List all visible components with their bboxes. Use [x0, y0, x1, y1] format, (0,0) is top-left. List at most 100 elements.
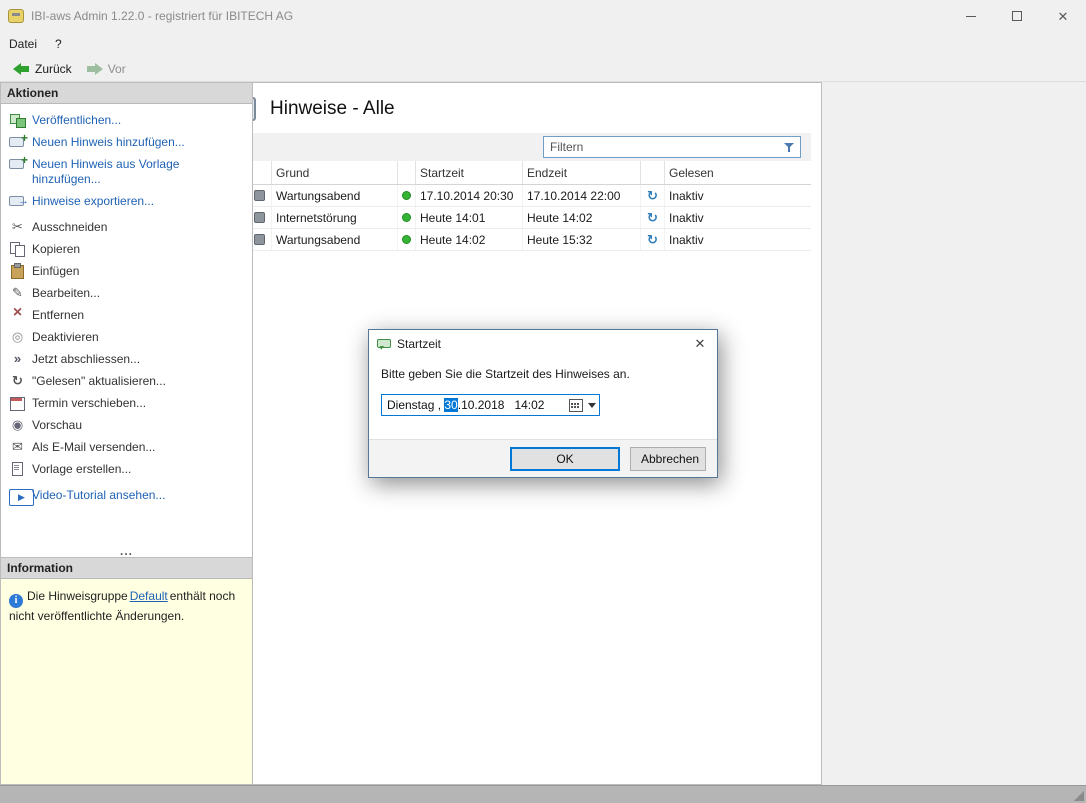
info-icon: i: [9, 594, 23, 608]
back-arrow-icon: [13, 63, 30, 75]
dialog-note-icon: [377, 338, 391, 350]
action-kopieren[interactable]: Kopieren: [9, 242, 246, 257]
dialog-close-button[interactable]: ✕: [683, 330, 717, 357]
filter-box: [543, 136, 801, 158]
dropdown-arrow-icon[interactable]: [585, 395, 599, 415]
dialog-titlebar[interactable]: Startzeit ✕: [369, 330, 717, 357]
close-button[interactable]: ✕: [1040, 0, 1086, 32]
export-icon: [9, 194, 26, 209]
minimize-icon: [966, 16, 976, 17]
header-grund[interactable]: Grund: [272, 161, 398, 184]
action-hinweise-exportieren[interactable]: Hinweise exportieren...: [9, 194, 246, 209]
video-icon: [9, 488, 26, 503]
state-square-icon: [254, 190, 265, 201]
template-icon: [9, 462, 26, 477]
state-square-icon: [254, 212, 265, 223]
forward-arrow-icon: [86, 63, 103, 75]
action-entfernen[interactable]: Entfernen: [9, 308, 246, 323]
close-icon: ✕: [1058, 10, 1069, 23]
dialog-body: Bitte geben Sie die Startzeit des Hinwei…: [369, 357, 717, 439]
app-icon: [8, 9, 24, 23]
refresh-icon: [9, 374, 26, 389]
filter-band: [218, 133, 811, 161]
maximize-icon: [1012, 11, 1022, 21]
statusbar: [0, 785, 1086, 803]
ok-button[interactable]: OK: [510, 447, 620, 471]
menubar: Datei ?: [0, 32, 1086, 56]
active-status-icon: [402, 235, 411, 244]
resize-grip[interactable]: [1074, 791, 1084, 801]
forward-button[interactable]: Vor: [79, 60, 133, 78]
header-gelesen[interactable]: Gelesen: [665, 161, 811, 184]
template-note-icon: [9, 157, 26, 172]
hinweise-table: Grund Startzeit Endzeit Gelesen Wartungs…: [218, 133, 811, 251]
startzeit-datetime-picker[interactable]: Dienstag , 30.10.2018 14:02: [381, 394, 600, 416]
dialog-title: Startzeit: [397, 337, 441, 351]
calendar-icon: [9, 396, 26, 411]
gelesen-refresh-icon: ↻: [647, 189, 658, 202]
gelesen-refresh-icon: ↻: [647, 233, 658, 246]
finish-icon: [9, 352, 26, 367]
actions-overflow[interactable]: ...: [1, 547, 252, 556]
action-veroeffentlichen[interactable]: Veröffentlichen...: [9, 113, 246, 128]
action-bearbeiten[interactable]: Bearbeiten...: [9, 286, 246, 301]
scissors-icon: [9, 220, 26, 235]
action-jetzt-abschliessen[interactable]: Jetzt abschliessen...: [9, 352, 246, 367]
remove-icon: [9, 308, 26, 323]
menu-help[interactable]: ?: [46, 34, 71, 54]
publish-icon: [9, 113, 26, 128]
active-status-icon: [402, 191, 411, 200]
filter-input[interactable]: [550, 140, 783, 154]
back-button[interactable]: Zurück: [6, 60, 79, 78]
dialog-footer: OK Abbrechen: [369, 439, 717, 477]
window-title: IBI-aws Admin 1.22.0 - registriert für I…: [31, 9, 293, 23]
calendar-picker-icon[interactable]: [569, 399, 582, 411]
startzeit-dialog: Startzeit ✕ Bitte geben Sie die Startzei…: [368, 329, 718, 478]
table-header: Grund Startzeit Endzeit Gelesen: [218, 161, 811, 185]
action-einfuegen[interactable]: Einfügen: [9, 264, 246, 279]
information-panel: Information iDie HinweisgruppeDefaultent…: [0, 558, 253, 785]
maximize-button[interactable]: [994, 0, 1040, 32]
copy-icon: [9, 242, 26, 257]
dialog-message: Bitte geben Sie die Startzeit des Hinwei…: [381, 367, 705, 381]
minimize-button[interactable]: [948, 0, 994, 32]
actions-panel: Aktionen Veröffentlichen... Neuen Hinwei…: [0, 82, 253, 558]
titlebar: IBI-aws Admin 1.22.0 - registriert für I…: [0, 0, 1086, 32]
actions-list: Veröffentlichen... Neuen Hinweis hinzufü…: [1, 104, 252, 510]
filter-funnel-icon[interactable]: [783, 141, 796, 154]
header-startzeit[interactable]: Startzeit: [416, 161, 523, 184]
edit-icon: [9, 286, 26, 301]
action-ausschneiden[interactable]: Ausschneiden: [9, 220, 246, 235]
paste-icon: [9, 264, 26, 279]
toolbar: Zurück Vor: [0, 56, 1086, 82]
menu-datei[interactable]: Datei: [0, 34, 46, 54]
action-gelesen-aktualisieren[interactable]: "Gelesen" aktualisieren...: [9, 374, 246, 389]
information-header: Information: [1, 558, 252, 579]
action-neuer-hinweis[interactable]: Neuen Hinweis hinzufügen...: [9, 135, 246, 150]
add-note-icon: [9, 135, 26, 150]
information-body: iDie HinweisgruppeDefaultenthält noch ni…: [1, 579, 252, 784]
action-vorlage-erstellen[interactable]: Vorlage erstellen...: [9, 462, 246, 477]
action-vorschau[interactable]: Vorschau: [9, 418, 246, 433]
deactivate-icon: [9, 330, 26, 345]
table-row[interactable]: Wartungsabend Heute 14:02 Heute 15:32 ↻ …: [218, 229, 811, 251]
mail-icon: [9, 440, 26, 455]
datetime-value: Dienstag , 30.10.2018 14:02: [382, 398, 569, 412]
action-termin-verschieben[interactable]: Termin verschieben...: [9, 396, 246, 411]
selected-date-part: 30: [444, 398, 457, 412]
cancel-button[interactable]: Abbrechen: [630, 447, 706, 471]
actions-header: Aktionen: [1, 83, 252, 104]
active-status-icon: [402, 213, 411, 222]
gelesen-refresh-icon: ↻: [647, 211, 658, 224]
action-email-versenden[interactable]: Als E-Mail versenden...: [9, 440, 246, 455]
action-deaktivieren[interactable]: Deaktivieren: [9, 330, 246, 345]
default-group-link[interactable]: Default: [130, 589, 168, 603]
preview-icon: [9, 418, 26, 433]
table-row[interactable]: Internetstörung Heute 14:01 Heute 14:02 …: [218, 207, 811, 229]
action-hinweis-aus-vorlage[interactable]: Neuen Hinweis aus Vorlage hinzufügen...: [9, 157, 246, 187]
page-title: Hinweise - Alle: [270, 98, 395, 120]
state-square-icon: [254, 234, 265, 245]
action-video-tutorial[interactable]: Video-Tutorial ansehen...: [9, 488, 246, 503]
header-endzeit[interactable]: Endzeit: [523, 161, 641, 184]
table-row[interactable]: Wartungsabend 17.10.2014 20:30 17.10.201…: [218, 185, 811, 207]
